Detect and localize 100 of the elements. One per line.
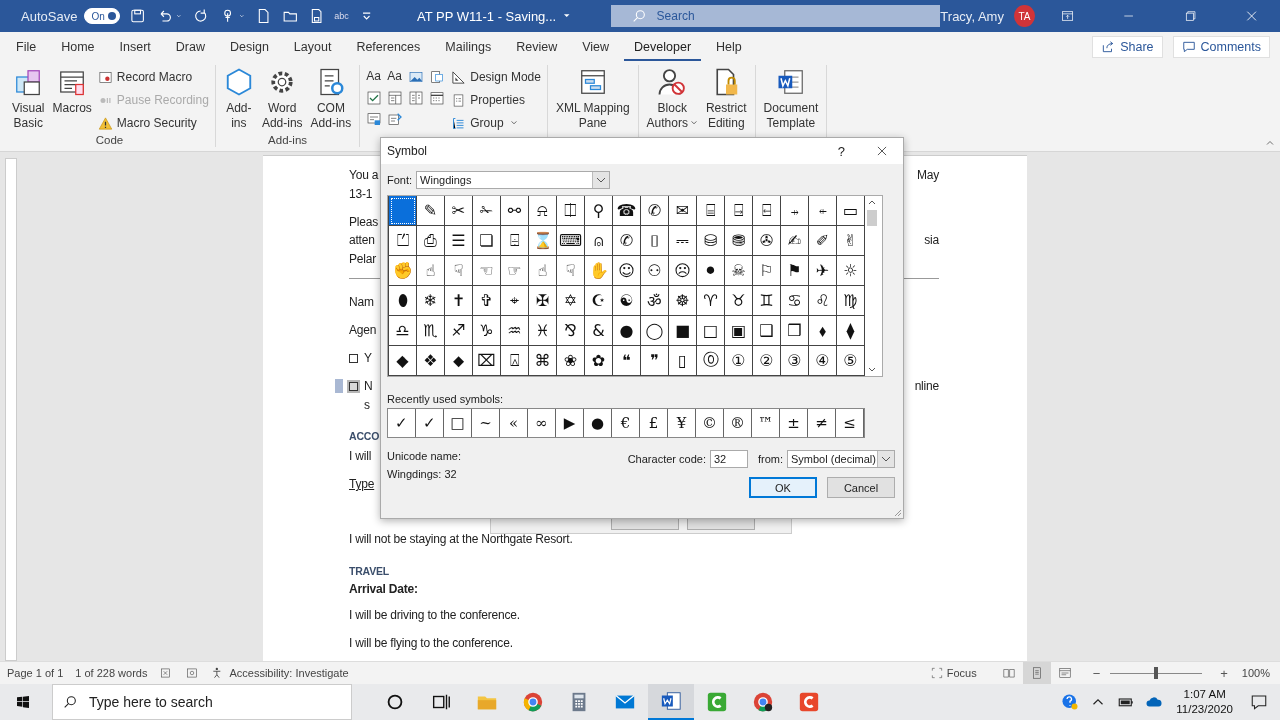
symbol-cell[interactable]: ♒ [501,316,529,346]
ribbon-tab[interactable]: Review [506,33,568,61]
symbol-cell[interactable]: ✠ [529,286,557,316]
symbol-cell[interactable]: ☞ [501,256,529,286]
symbol-cell[interactable]: ❒ [781,316,809,346]
symbol-cell[interactable]: ❏ [473,226,501,256]
symbol-cell[interactable]: ③ [781,346,809,376]
checkbox-control-icon[interactable] [366,90,383,106]
symbol-cell[interactable]: ⛁ [697,226,725,256]
symbol-cell[interactable]: ॐ [641,286,669,316]
symbol-cell[interactable]: ❑ [753,316,781,346]
spelling-button[interactable]: abc [334,11,349,21]
macros-button[interactable]: Macros [50,65,94,133]
symbol-cell[interactable]: ⎙ [417,226,445,256]
symbol-cell[interactable]: ⛃ [725,226,753,256]
symbol-cell[interactable]: ☟ [445,256,473,286]
symbol-cell[interactable]: « [500,409,528,437]
symbol-cell[interactable]: ⍓ [501,346,529,376]
page-count[interactable]: Page 1 of 1 [7,667,64,679]
symbol-cell[interactable]: ☜ [473,256,501,286]
symbol-cell[interactable]: ♏ [417,316,445,346]
symbol-cell[interactable]: ▯ [669,346,697,376]
ribbon-tab[interactable]: Help [706,33,752,61]
block-control-icon[interactable] [429,69,446,85]
symbol-cell[interactable]: ⌧ [473,346,501,376]
ok-button[interactable]: OK [749,477,817,498]
checkbox[interactable] [349,353,358,363]
symbol-cell[interactable]: ♈ [697,286,725,316]
accessibility-status[interactable]: Accessibility: Investigate [229,667,349,679]
ribbon-tab[interactable]: Draw [165,33,215,61]
zoom-out-button[interactable]: − [1092,665,1101,681]
print-layout-icon[interactable] [1022,662,1051,684]
symbol-cell[interactable]: ☎ [613,196,641,226]
symbol-cell[interactable]: ⍅ [809,196,837,226]
symbol-cell[interactable]: ☟ [557,256,585,286]
symbol-cell[interactable]: ✍ [781,226,809,256]
com-add-ins-button[interactable]: COM Add-ins [308,65,354,133]
text-control-icon[interactable]: Aa [366,69,385,85]
symbol-cell[interactable]: ① [725,346,753,376]
symbol-cell[interactable]: ♓ [529,316,557,346]
visual-basic-button[interactable]: Visual Basic [10,65,47,133]
props-button[interactable]: Properties [451,90,541,110]
clock-date[interactable]: 11/23/2020 [1176,702,1233,717]
symbol-cell[interactable]: £ [640,409,668,437]
clock-time[interactable]: 1:07 AM [1183,687,1226,702]
symbol-cell[interactable]: ⌖ [501,286,529,316]
ribbon-tab[interactable]: Design [219,33,279,61]
symbol-cell[interactable]: ⬧ [809,316,837,346]
symbol-cell[interactable]: ⍝ [585,226,613,256]
symbol-cell[interactable]: ⚐ [753,256,781,286]
tools-control-icon[interactable] [387,111,404,127]
symbol-cell[interactable]: ⌹ [501,226,529,256]
symbol-cell[interactable]: ◯ [641,316,669,346]
symbol-cell[interactable]: ✆ [613,226,641,256]
focus-button[interactable]: Focus [929,666,977,680]
symbol-cell[interactable]: ④ [809,346,837,376]
user-avatar[interactable]: TA [1013,5,1035,27]
symbol-cell[interactable]: ✓ [416,409,444,437]
symbol-cell[interactable]: ✂ [445,196,473,226]
symbol-cell[interactable] [389,196,417,226]
symbol-cell[interactable]: ☝ [529,256,557,286]
symbol-cell[interactable]: ☝ [417,256,445,286]
symbol-cell[interactable]: ✉ [669,196,697,226]
share-button[interactable]: Share [1092,36,1163,58]
symbol-cell[interactable]: ⍆ [781,196,809,226]
symbol-cell[interactable]: □ [444,409,472,437]
symbol-cell[interactable]: ✓ [388,409,416,437]
help-icon[interactable] [1061,693,1080,711]
symbol-cell[interactable]: ❖ [417,346,445,376]
symbol-cell[interactable]: & [585,316,613,346]
ribbon-tab[interactable]: File [6,33,47,61]
word-add-ins-button[interactable]: Word Add-ins [259,65,305,133]
symbol-cell[interactable]: ⚇ [641,256,669,286]
symbol-cell[interactable]: ∞ [528,409,556,437]
symbol-cell[interactable]: ☺ [613,256,641,286]
macro-recording-icon[interactable] [185,666,200,680]
combo-control-icon[interactable] [387,90,404,106]
resize-grip-icon[interactable] [892,507,902,517]
ribbon-tab[interactable]: Developer [624,33,702,61]
image-control-icon[interactable] [408,69,425,85]
symbol-cell[interactable]: ♎ [389,316,417,346]
search-field[interactable]: Search [610,5,941,27]
symbol-cell[interactable]: ☠ [725,256,753,286]
word-document-icon[interactable] [648,684,694,720]
save-icon[interactable] [129,7,147,25]
font-dropdown[interactable]: Wingdings [416,171,611,189]
symbol-cell[interactable]: ❄ [417,286,445,316]
symbol-cell[interactable]: ♋ [781,286,809,316]
symbol-cell[interactable]: ☯ [613,286,641,316]
symbol-cell[interactable]: ☸ [669,286,697,316]
symbol-cell[interactable]: ✇ [753,226,781,256]
ribbon-tab[interactable]: References [346,33,431,61]
symbol-cell[interactable]: ⌨ [557,226,585,256]
symbol-cell[interactable]: ♌ [809,286,837,316]
symbol-cell[interactable]: ⍾ [529,196,557,226]
symbol-cell[interactable]: ⏍ [389,226,417,256]
symbol-cell[interactable]: ♑ [473,316,501,346]
symbol-cell[interactable]: ⚲ [585,196,613,226]
warning-button[interactable]: Macro Security [97,113,209,133]
checkbox[interactable] [349,381,358,391]
